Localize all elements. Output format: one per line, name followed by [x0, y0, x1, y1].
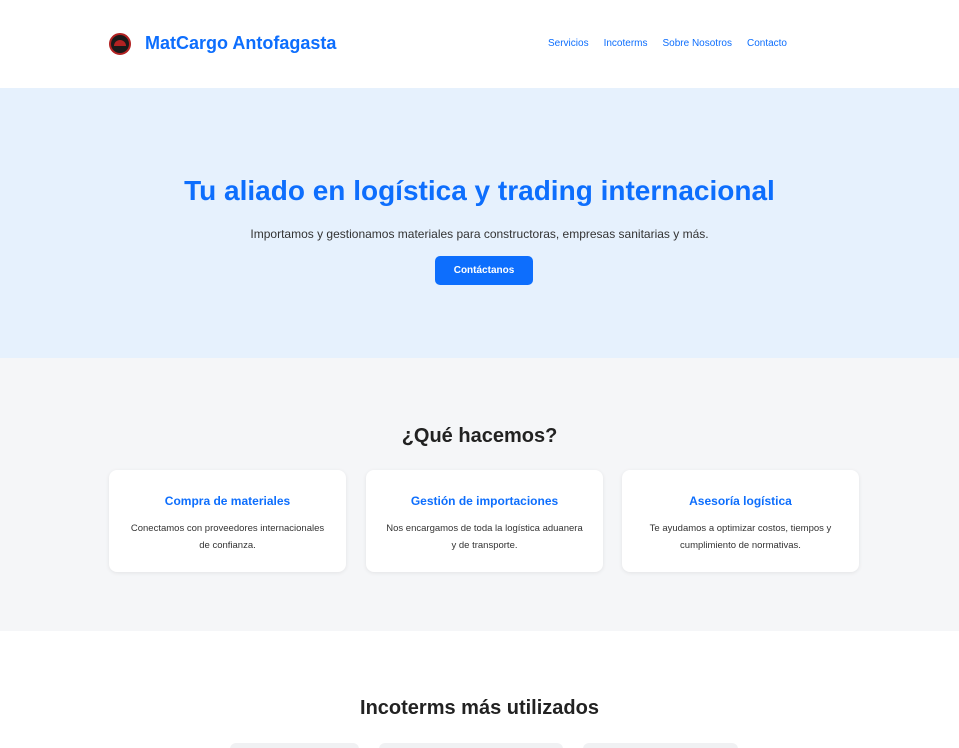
- brand-name[interactable]: MatCargo Antofagasta: [145, 33, 336, 54]
- service-card-asesoria: Asesoría logística Te ayudamos a optimiz…: [622, 470, 859, 572]
- hero-title: Tu aliado en logística y trading interna…: [184, 175, 775, 206]
- services-section: ¿Qué hacemos? Compra de materiales Conec…: [0, 358, 959, 631]
- contact-button[interactable]: Contáctanos: [435, 256, 533, 285]
- hero-subtitle: Importamos y gestionamos materiales para…: [250, 227, 709, 241]
- incoterm-card: [230, 743, 359, 748]
- service-card-title: Asesoría logística: [689, 494, 792, 508]
- nav-link-sobre-nosotros[interactable]: Sobre Nosotros: [662, 38, 731, 49]
- services-title: ¿Qué hacemos?: [401, 425, 558, 447]
- service-card-text: Conectamos con proveedores internacional…: [130, 523, 325, 551]
- nav-link-contacto[interactable]: Contacto: [747, 38, 787, 49]
- service-card-text: Te ayudamos a optimizar costos, tiempos …: [649, 523, 832, 551]
- service-card-compra: Compra de materiales Conectamos con prov…: [109, 470, 346, 572]
- incoterms-title: Incoterms más utilizados: [360, 697, 599, 719]
- matcargo-logo-icon[interactable]: [109, 33, 131, 55]
- incoterm-card: [583, 743, 738, 748]
- service-card-importaciones: Gestión de importaciones Nos encargamos …: [366, 470, 603, 572]
- site-header: MatCargo Antofagasta Servicios Incoterms…: [0, 0, 959, 88]
- incoterms-section: Incoterms más utilizados: [0, 631, 959, 748]
- service-card-text: Nos encargamos de toda la logística adua…: [386, 523, 583, 551]
- service-card-title: Compra de materiales: [164, 494, 291, 508]
- main-nav: Servicios Incoterms Sobre Nosotros Conta…: [548, 38, 787, 49]
- nav-link-servicios[interactable]: Servicios: [548, 38, 589, 49]
- incoterm-card: [379, 743, 563, 748]
- nav-link-incoterms[interactable]: Incoterms: [604, 38, 648, 49]
- service-card-title: Gestión de importaciones: [410, 494, 559, 508]
- hero-section: Tu aliado en logística y trading interna…: [0, 88, 959, 358]
